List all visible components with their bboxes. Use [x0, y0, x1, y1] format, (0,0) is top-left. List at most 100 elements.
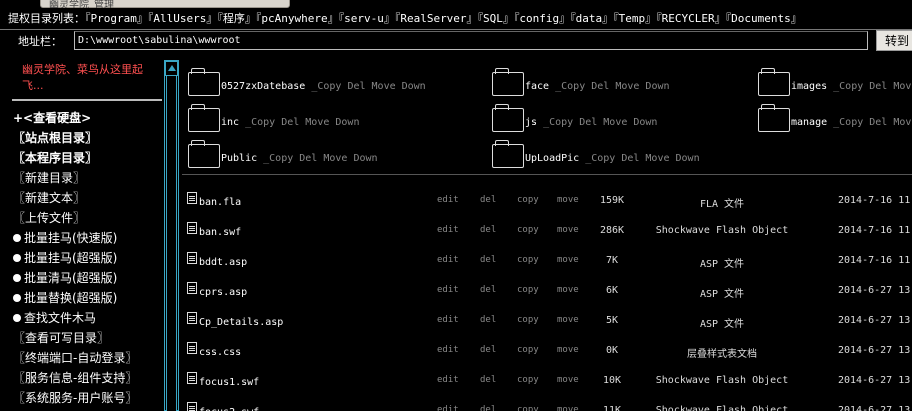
- directory-actions[interactable]: _Copy Del Move Down: [239, 117, 359, 128]
- address-input[interactable]: [74, 31, 868, 50]
- del-action[interactable]: del: [480, 285, 496, 295]
- root-dir-item[interactable]: 『AllUsers』: [148, 12, 217, 25]
- copy-action[interactable]: copy: [517, 225, 539, 235]
- directory-actions[interactable]: _Copy Del Move Down: [549, 81, 669, 92]
- copy-action[interactable]: copy: [517, 285, 539, 295]
- left-scrollbar[interactable]: [164, 60, 179, 411]
- root-dir-item[interactable]: 『data』: [570, 12, 613, 25]
- del-action[interactable]: del: [480, 315, 496, 325]
- move-action[interactable]: move: [557, 345, 579, 355]
- edit-action[interactable]: edit: [437, 405, 459, 411]
- root-dir-item[interactable]: 『serv-u』: [339, 12, 395, 25]
- root-dir-item[interactable]: 『Documents』: [726, 12, 802, 25]
- del-action[interactable]: del: [480, 405, 496, 411]
- close-icon[interactable]: ×: [49, 0, 283, 6]
- root-dir-item[interactable]: 『程序』: [217, 12, 256, 25]
- directory-actions[interactable]: _Copy Del Move Down: [257, 153, 377, 164]
- menu-item[interactable]: +<查看硬盘>: [13, 108, 173, 128]
- root-dir-item[interactable]: 『config』: [514, 12, 570, 25]
- file-list: ban.fla edit del copy move 159K FLA 文件 2014-7-1…: [182, 184, 912, 411]
- menu-item[interactable]: 〖查看可写目录〗: [13, 328, 173, 348]
- del-action[interactable]: del: [480, 345, 496, 355]
- scroll-thumb[interactable]: [166, 76, 177, 411]
- edit-action[interactable]: edit: [437, 345, 459, 355]
- copy-action[interactable]: copy: [517, 195, 539, 205]
- root-dir-item[interactable]: 『SQL』: [478, 12, 514, 25]
- directory-name[interactable]: inc _Copy Del Move Down: [221, 117, 359, 128]
- file-icon: [187, 402, 197, 411]
- del-action[interactable]: del: [480, 195, 496, 205]
- root-dir-item[interactable]: 『pcAnywhere』: [256, 12, 339, 25]
- menu-item-label: 查找文件木马: [24, 311, 97, 325]
- edit-action[interactable]: edit: [437, 375, 459, 385]
- menu-item[interactable]: 〖新建文本〗: [13, 188, 173, 208]
- move-action[interactable]: move: [557, 405, 579, 411]
- move-action[interactable]: move: [557, 315, 579, 325]
- menu-item[interactable]: 〖新建目录〗: [13, 168, 173, 188]
- menu-item[interactable]: 〖服务信息-组件支持〗: [13, 368, 173, 388]
- move-action[interactable]: move: [557, 225, 579, 235]
- copy-action[interactable]: copy: [517, 345, 539, 355]
- file-name[interactable]: ban.fla: [199, 197, 241, 208]
- directory-name[interactable]: Public _Copy Del Move Down: [221, 153, 378, 164]
- directory-actions[interactable]: _Copy Del Move Down: [579, 153, 699, 164]
- directory-name[interactable]: js _Copy Del Move Down: [525, 117, 657, 128]
- directory-actions[interactable]: _Copy Del Move Down: [827, 81, 912, 92]
- del-action[interactable]: del: [480, 225, 496, 235]
- menu-item[interactable]: 批量挂马(快速版): [13, 228, 173, 248]
- root-dir-item[interactable]: 『Program』: [85, 12, 148, 25]
- file-name[interactable]: ban.swf: [199, 227, 241, 238]
- file-type: Shockwave Flash Object: [655, 375, 789, 386]
- file-name[interactable]: cprs.asp: [199, 287, 247, 298]
- file-name[interactable]: Cp_Details.asp: [199, 317, 283, 328]
- root-dir-item[interactable]: 『Temp』: [613, 12, 656, 25]
- copy-action[interactable]: copy: [517, 255, 539, 265]
- copy-action[interactable]: copy: [517, 405, 539, 411]
- menu-item[interactable]: 〖终端端口-自动登录〗: [13, 348, 173, 368]
- browser-tab-strip: 幽灵学院_管理 ×: [0, 0, 912, 11]
- move-action[interactable]: move: [557, 255, 579, 265]
- file-name[interactable]: css.css: [199, 347, 241, 358]
- menu-item[interactable]: 批量替换(超强版): [13, 288, 173, 308]
- edit-action[interactable]: edit: [437, 255, 459, 265]
- move-action[interactable]: move: [557, 285, 579, 295]
- browser-tab[interactable]: 幽灵学院_管理 ×: [40, 0, 290, 11]
- directory-actions[interactable]: _Copy Del Move Down: [305, 81, 425, 92]
- root-dir-item[interactable]: 『RECYCLER』: [656, 12, 725, 25]
- copy-action[interactable]: copy: [517, 315, 539, 325]
- copy-action[interactable]: copy: [517, 375, 539, 385]
- file-type: FLA 文件: [699, 199, 745, 210]
- directory-name-text: images: [791, 81, 828, 92]
- move-action[interactable]: move: [557, 195, 579, 205]
- menu-item[interactable]: 查找文件木马: [13, 308, 173, 328]
- menu-item[interactable]: 〖上传文件〗: [13, 208, 173, 228]
- edit-action[interactable]: edit: [437, 285, 459, 295]
- menu-item[interactable]: 批量挂马(超强版): [13, 248, 173, 268]
- file-name[interactable]: focus1.swf: [199, 377, 259, 388]
- directory-grid: 0527zxDatebase _Copy Del Move Down face _…: [182, 58, 912, 170]
- menu-item[interactable]: 〖站点根目录〗: [13, 128, 173, 148]
- edit-action[interactable]: edit: [437, 315, 459, 325]
- del-action[interactable]: del: [480, 375, 496, 385]
- menu-item[interactable]: 〖系统服务-用户账号〗: [13, 388, 173, 408]
- directory-name[interactable]: 0527zxDatebase _Copy Del Move Down: [221, 81, 426, 92]
- menu-item[interactable]: 批量清马(超强版): [13, 268, 173, 288]
- edit-action[interactable]: edit: [437, 225, 459, 235]
- menu-item[interactable]: 〖本程序目录〗: [13, 148, 173, 168]
- root-dir-item[interactable]: 『RealServer』: [395, 12, 478, 25]
- directory-name[interactable]: UpLoadPic _Copy Del Move Down: [525, 153, 700, 164]
- del-action[interactable]: del: [480, 255, 496, 265]
- directory-name[interactable]: manage _Copy Del Move Down: [791, 117, 912, 128]
- edit-action[interactable]: edit: [437, 195, 459, 205]
- scroll-up-icon[interactable]: [165, 61, 178, 76]
- ghost-academy-link[interactable]: 幽灵学院、菜鸟从这里起飞...: [22, 62, 162, 94]
- directory-name[interactable]: face _Copy Del Move Down: [525, 81, 670, 92]
- file-name[interactable]: bddt.asp: [199, 257, 247, 268]
- directory-actions[interactable]: _Copy Del Move Down: [827, 117, 912, 128]
- directory-name[interactable]: images _Copy Del Move Down: [791, 81, 912, 92]
- directory-actions[interactable]: _Copy Del Move Down: [537, 117, 657, 128]
- file-name[interactable]: focus2.swf: [199, 407, 259, 411]
- move-action[interactable]: move: [557, 375, 579, 385]
- go-button[interactable]: 转到: [876, 30, 912, 51]
- file-row: focus2.swf edit del copy move 11K Shockwave Fl…: [182, 394, 912, 411]
